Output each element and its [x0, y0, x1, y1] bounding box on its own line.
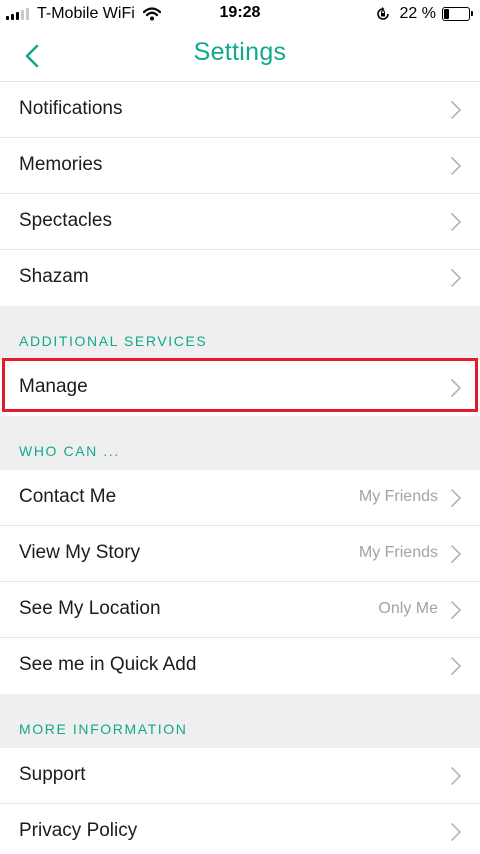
chevron-right-icon: [451, 823, 461, 841]
row-label: Support: [19, 764, 86, 785]
page-title: Settings: [193, 38, 287, 66]
settings-row-memories[interactable]: Memories: [0, 138, 480, 194]
row-label: See My Location: [19, 598, 161, 619]
rotation-lock-icon: [376, 7, 390, 21]
chevron-right-icon: [451, 269, 461, 287]
section-title: WHO CAN ...: [19, 443, 120, 459]
battery-percent: 22 %: [399, 5, 436, 22]
settings-row-spectacles[interactable]: Spectacles: [0, 194, 480, 250]
status-bar: T-Mobile WiFi 19:28 22 %: [0, 0, 480, 30]
chevron-right-icon: [451, 101, 461, 119]
row-value: My Friends: [358, 544, 438, 561]
row-label: View My Story: [19, 542, 141, 563]
chevron-right-icon: [451, 213, 461, 231]
chevron-right-icon: [451, 545, 461, 563]
settings-row-see-me-in-quick-add[interactable]: See me in Quick Add: [0, 638, 480, 694]
section-header-additional-services: ADDITIONAL SERVICES: [0, 306, 480, 360]
settings-row-view-my-story[interactable]: View My Story My Friends: [0, 526, 480, 582]
row-label: Memories: [19, 154, 103, 175]
section-header-who-can: WHO CAN ...: [0, 416, 480, 470]
chevron-right-icon: [451, 767, 461, 785]
row-value: Only Me: [378, 600, 438, 617]
row-label: Spectacles: [19, 210, 112, 231]
settings-list: Notifications Memories Spectacles Shazam…: [0, 82, 480, 854]
chevron-right-icon: [451, 489, 461, 507]
settings-row-manage[interactable]: Manage: [0, 360, 480, 416]
settings-row-support[interactable]: Support: [0, 748, 480, 804]
row-label: See me in Quick Add: [19, 654, 197, 675]
row-label: Notifications: [19, 98, 123, 119]
row-label: Privacy Policy: [19, 820, 138, 841]
section-title: ADDITIONAL SERVICES: [19, 333, 208, 349]
chevron-right-icon: [451, 157, 461, 175]
section-title: MORE INFORMATION: [19, 721, 188, 737]
section-header-more-information: MORE INFORMATION: [0, 694, 480, 748]
row-value: My Friends: [358, 488, 438, 505]
chevron-right-icon: [451, 657, 461, 675]
row-label: Shazam: [19, 266, 89, 287]
settings-row-privacy-policy[interactable]: Privacy Policy: [0, 804, 480, 854]
row-label: Contact Me: [19, 486, 117, 507]
settings-row-notifications[interactable]: Notifications: [0, 82, 480, 138]
chevron-right-icon: [451, 379, 461, 397]
chevron-right-icon: [451, 601, 461, 619]
battery-icon: [442, 7, 473, 21]
row-label: Manage: [19, 376, 88, 397]
settings-row-shazam[interactable]: Shazam: [0, 250, 480, 306]
status-right: 22 %: [376, 4, 473, 24]
settings-row-contact-me[interactable]: Contact Me My Friends: [0, 470, 480, 526]
settings-row-see-my-location[interactable]: See My Location Only Me: [0, 582, 480, 638]
navigation-bar: Settings: [0, 30, 480, 82]
